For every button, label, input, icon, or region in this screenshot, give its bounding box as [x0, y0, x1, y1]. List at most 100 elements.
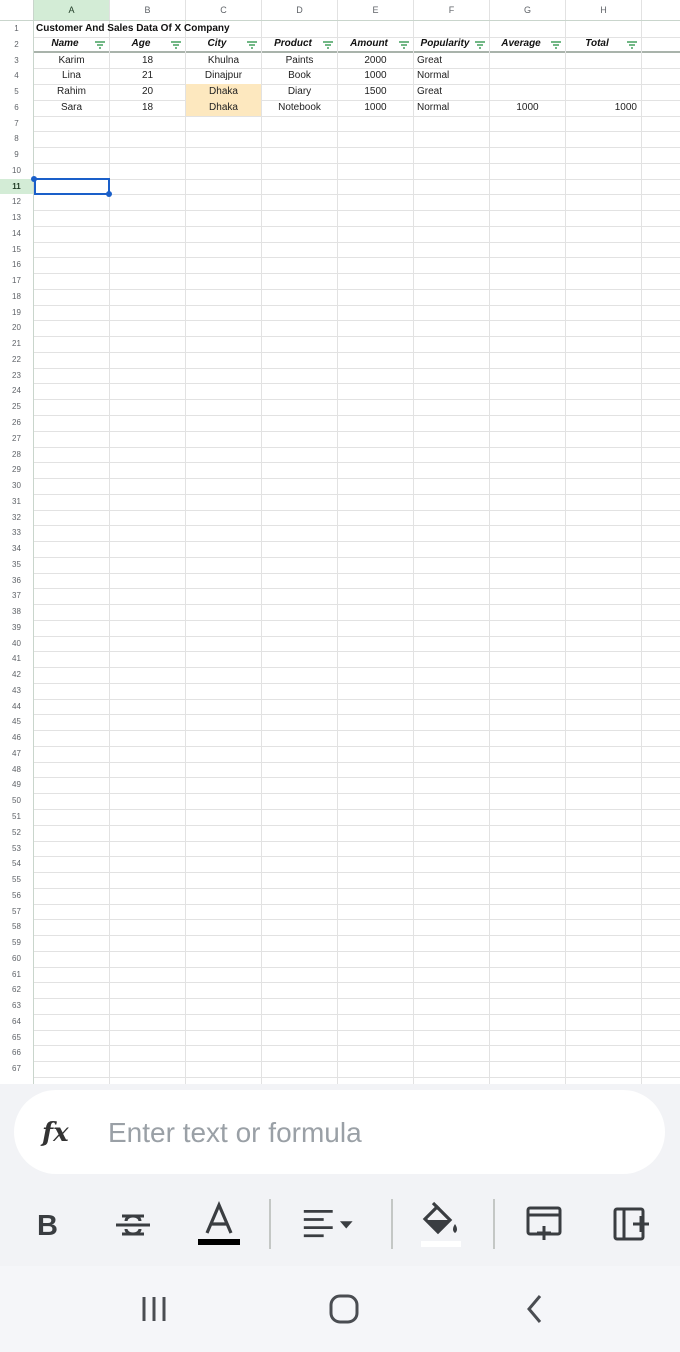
row-header[interactable]: 16 — [0, 257, 33, 273]
row-header[interactable]: 35 — [0, 557, 33, 573]
row-header[interactable]: 29 — [0, 462, 33, 478]
table-cell[interactable]: Sara — [34, 100, 109, 116]
row-header[interactable]: 46 — [0, 730, 33, 746]
row-header[interactable]: 49 — [0, 777, 33, 793]
table-cell[interactable]: 1000 — [490, 100, 565, 116]
row-header[interactable]: 8 — [0, 131, 33, 147]
table-cell[interactable]: 1000 — [338, 100, 413, 116]
row-header[interactable]: 37 — [0, 588, 33, 604]
row-header[interactable]: 21 — [0, 336, 33, 352]
row-header[interactable]: 28 — [0, 447, 33, 463]
row-header[interactable]: 30 — [0, 478, 33, 494]
sheet-title-cell[interactable]: Customer And Sales Data Of X Company — [36, 23, 230, 34]
row-header[interactable]: 54 — [0, 856, 33, 872]
row-header[interactable]: 59 — [0, 935, 33, 951]
row-header[interactable]: 65 — [0, 1030, 33, 1046]
row-header[interactable]: 9 — [0, 147, 33, 163]
column-header-partial[interactable] — [642, 0, 680, 20]
row-header[interactable]: 64 — [0, 1014, 33, 1030]
row-header[interactable]: 10 — [0, 163, 33, 179]
filter-icon[interactable] — [247, 41, 257, 49]
row-header[interactable]: 7 — [0, 116, 33, 132]
row-header[interactable]: 36 — [0, 573, 33, 589]
formula-input[interactable] — [106, 1112, 610, 1154]
row-header[interactable]: 13 — [0, 210, 33, 226]
row-header[interactable]: 19 — [0, 305, 33, 321]
table-cell[interactable]: Great — [414, 53, 489, 69]
row-header[interactable]: 31 — [0, 494, 33, 510]
table-cell[interactable]: Diary — [262, 84, 337, 100]
table-cell[interactable]: Dinajpur — [186, 68, 261, 84]
insert-row-button[interactable] — [516, 1196, 572, 1252]
column-header-d[interactable]: D — [262, 0, 338, 20]
row-header[interactable]: 47 — [0, 746, 33, 762]
header-cell-city[interactable]: City — [186, 38, 262, 51]
row-header[interactable]: 39 — [0, 620, 33, 636]
table-cell[interactable] — [490, 68, 565, 84]
filter-icon[interactable] — [95, 41, 105, 49]
table-cell[interactable]: Notebook — [262, 100, 337, 116]
selection-handle-top[interactable] — [31, 175, 37, 182]
row-header[interactable]: 63 — [0, 998, 33, 1014]
row-header[interactable]: 38 — [0, 604, 33, 620]
column-header-g[interactable]: G — [490, 0, 566, 20]
row-header[interactable]: 41 — [0, 651, 33, 667]
row-header[interactable]: 52 — [0, 825, 33, 841]
header-cell-popularity[interactable]: Popularity — [414, 38, 490, 51]
row-header[interactable]: 44 — [0, 699, 33, 715]
table-cell[interactable]: Book — [262, 68, 337, 84]
row-header[interactable]: 62 — [0, 982, 33, 998]
filter-icon[interactable] — [551, 41, 561, 49]
filter-icon[interactable] — [475, 41, 485, 49]
row-header[interactable]: 51 — [0, 809, 33, 825]
filter-icon[interactable] — [171, 41, 181, 49]
active-cell-selection[interactable] — [34, 178, 110, 195]
table-cell[interactable]: 1000 — [338, 68, 413, 84]
table-cell[interactable]: Normal — [414, 100, 489, 116]
row-header[interactable]: 60 — [0, 951, 33, 967]
select-all-corner[interactable] — [0, 0, 34, 20]
table-cell[interactable]: 2000 — [338, 53, 413, 69]
row-header[interactable]: 42 — [0, 667, 33, 683]
row-header[interactable]: 56 — [0, 888, 33, 904]
row-header[interactable]: 23 — [0, 368, 33, 384]
row-header[interactable]: 33 — [0, 525, 33, 541]
row-header[interactable]: 26 — [0, 415, 33, 431]
row-header[interactable]: 48 — [0, 762, 33, 778]
row-header[interactable]: 55 — [0, 872, 33, 888]
table-cell[interactable] — [566, 84, 641, 100]
row-header[interactable]: 20 — [0, 320, 33, 336]
column-header-f[interactable]: F — [414, 0, 490, 20]
column-header-a[interactable]: A — [34, 0, 110, 20]
formula-bar[interactable]: fx — [14, 1090, 665, 1174]
selection-handle-bottom[interactable] — [106, 191, 112, 198]
column-header-e[interactable]: E — [338, 0, 414, 20]
table-cell[interactable] — [566, 53, 641, 69]
table-cell[interactable]: 18 — [110, 100, 185, 116]
table-cell[interactable]: 18 — [110, 53, 185, 69]
text-color-button[interactable] — [191, 1196, 247, 1252]
strikethrough-button[interactable] — [105, 1196, 161, 1252]
row-header[interactable]: 5 — [0, 84, 33, 100]
table-cell[interactable]: Great — [414, 84, 489, 100]
header-cell-amount[interactable]: Amount — [338, 38, 414, 51]
align-button[interactable] — [302, 1196, 358, 1252]
row-header[interactable]: 25 — [0, 399, 33, 415]
row-header[interactable]: 14 — [0, 226, 33, 242]
table-cell[interactable]: Rahim — [34, 84, 109, 100]
header-cell-name[interactable]: Name — [34, 38, 110, 51]
filter-icon[interactable] — [627, 41, 637, 49]
row-header[interactable]: 18 — [0, 289, 33, 305]
row-header[interactable]: 12 — [0, 194, 33, 210]
filter-icon[interactable] — [399, 41, 409, 49]
table-cell[interactable]: Normal — [414, 68, 489, 84]
row-header[interactable]: 61 — [0, 967, 33, 983]
filter-icon[interactable] — [323, 41, 333, 49]
row-header[interactable]: 22 — [0, 352, 33, 368]
insert-column-button[interactable] — [604, 1196, 660, 1252]
cell-area[interactable]: Customer And Sales Data Of X Company Name… — [31, 21, 680, 1084]
table-cell[interactable]: Khulna — [186, 53, 261, 69]
back-button[interactable] — [505, 1284, 565, 1334]
row-header[interactable]: 11 — [0, 178, 33, 195]
row-header[interactable]: 58 — [0, 919, 33, 935]
